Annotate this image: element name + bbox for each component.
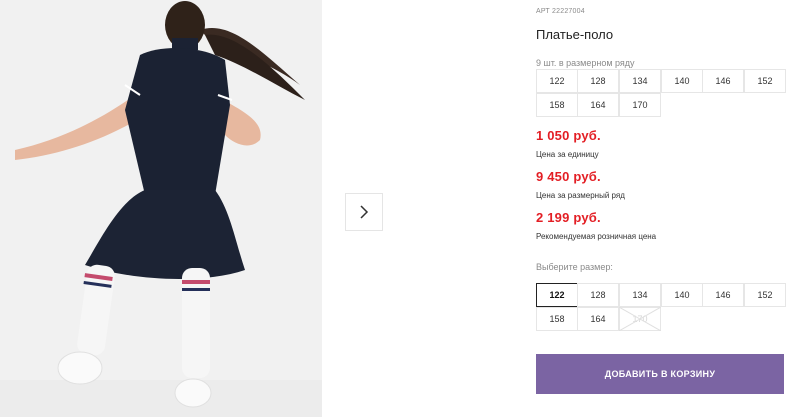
size-option[interactable]: 146 [702, 283, 744, 307]
size-row-cell: 152 [744, 69, 786, 93]
unit-price-label: Цена за единицу [536, 150, 599, 159]
size-option[interactable]: 158 [536, 307, 578, 331]
size-row-cell: 146 [702, 69, 744, 93]
next-image-button[interactable] [345, 193, 383, 231]
size-row-cell: 158 [536, 93, 578, 117]
size-row-cell: 122 [536, 69, 578, 93]
size-option-selected[interactable]: 122 [536, 283, 578, 307]
choose-size-label: Выберите размер: [536, 262, 613, 272]
chevron-right-icon [360, 205, 369, 219]
row-price-label: Цена за размерный ряд [536, 191, 625, 200]
product-title: Платье-поло [536, 27, 614, 42]
size-option-unavailable: 170 [619, 307, 661, 331]
size-option[interactable]: 164 [577, 307, 619, 331]
row-price: 9 450 руб. [536, 169, 601, 184]
retail-price-label: Рекомендуемая розничная цена [536, 232, 657, 241]
retail-price: 2 199 руб. [536, 210, 601, 225]
size-option[interactable]: 134 [619, 283, 661, 307]
size-row-note: 9 шт. в размерном ряду [536, 58, 635, 68]
product-image [0, 0, 322, 417]
product-photo [0, 0, 322, 417]
size-row-cell: 140 [661, 69, 703, 93]
size-row-cell: 128 [577, 69, 619, 93]
strikethrough-icon [619, 307, 661, 331]
size-option[interactable]: 140 [661, 283, 703, 307]
size-row-cell: 170 [619, 93, 661, 117]
unit-price: 1 050 руб. [536, 128, 601, 143]
size-option[interactable]: 128 [577, 283, 619, 307]
article-number: АРТ 22227004 [536, 8, 585, 15]
add-to-cart-button[interactable]: ДОБАВИТЬ В КОРЗИНУ [536, 354, 784, 394]
size-row-cell: 134 [619, 69, 661, 93]
size-option[interactable]: 152 [744, 283, 786, 307]
size-row-cell: 164 [577, 93, 619, 117]
